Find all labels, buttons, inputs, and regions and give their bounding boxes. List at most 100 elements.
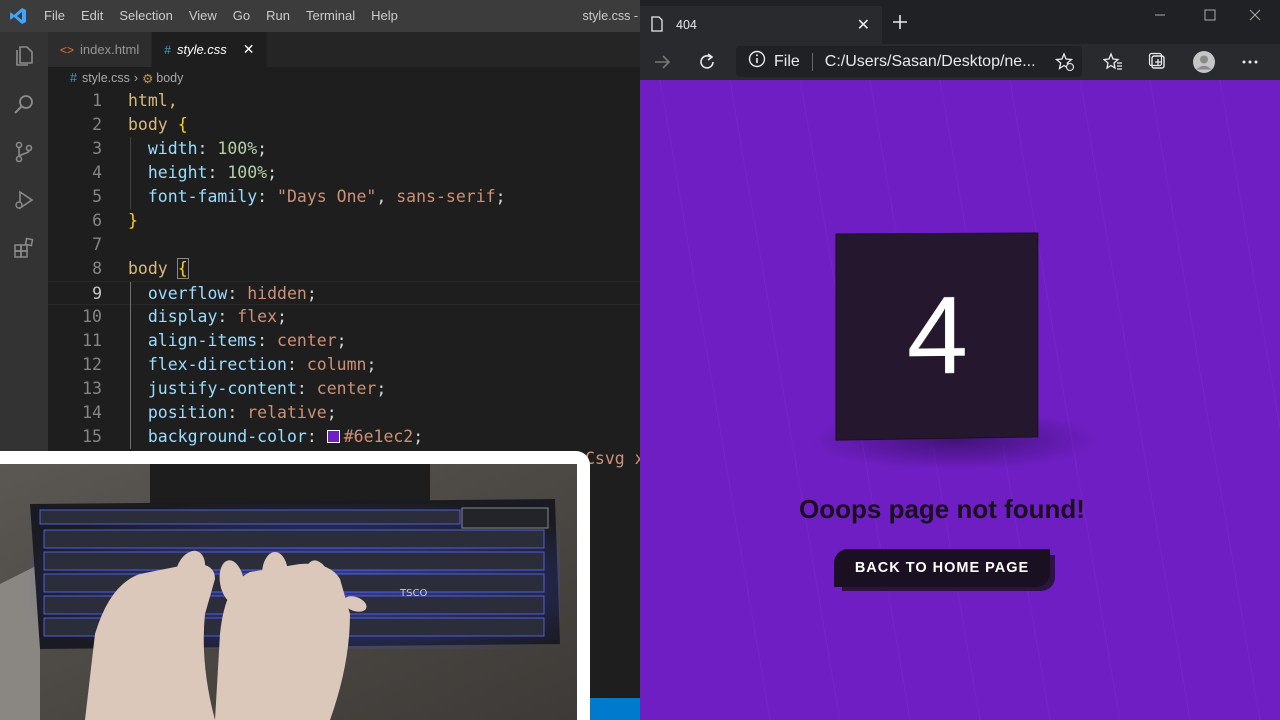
code-token: html,: [128, 91, 178, 110]
code-line: 12 flex-direction: column;: [48, 353, 640, 377]
close-icon[interactable]: ✕: [243, 41, 255, 58]
explorer-icon[interactable]: [0, 32, 48, 80]
code-token: body: [128, 259, 168, 278]
back-icon[interactable]: [648, 48, 676, 76]
address-scheme-label: File: [774, 52, 800, 70]
line-number: 13: [82, 379, 102, 398]
code-line: 8 body {: [48, 257, 640, 281]
code-token: justify-content: [147, 379, 297, 398]
add-favorite-icon[interactable]: [1051, 48, 1079, 76]
menu-help[interactable]: Help: [363, 0, 406, 32]
not-found-message: Ooops page not found!: [799, 494, 1085, 524]
tab-style-css[interactable]: # style.css ✕: [152, 32, 268, 67]
menu-view[interactable]: View: [181, 0, 225, 32]
close-icon[interactable]: ✕: [857, 15, 870, 35]
code-token: center: [277, 331, 337, 350]
menu-run[interactable]: Run: [258, 0, 298, 32]
code-token: flex: [237, 307, 278, 326]
code-line: 1 html,: [48, 89, 640, 113]
code-token: relative: [247, 403, 327, 422]
maximize-icon[interactable]: [1187, 0, 1233, 30]
html-file-icon: <>: [60, 42, 75, 57]
more-options-icon[interactable]: [1236, 48, 1264, 76]
browser-tab-bar: 404 ✕: [640, 0, 1280, 44]
back-to-home-button[interactable]: BACK TO HOME PAGE: [834, 549, 1050, 587]
line-number: 7: [92, 235, 102, 254]
code-token: hidden: [247, 284, 307, 303]
code-token: font-family: [147, 187, 258, 206]
code-token: sans-serif: [396, 187, 496, 206]
error-digit: 4: [906, 273, 969, 398]
refresh-icon[interactable]: [693, 48, 721, 76]
webcam-feed: TSCO: [0, 464, 577, 720]
code-token: display: [147, 307, 218, 326]
code-token: 100%: [217, 139, 258, 158]
code-line: 2 body {: [48, 113, 640, 137]
document-icon: [650, 15, 664, 35]
minimize-icon[interactable]: [1137, 0, 1183, 30]
menu-file[interactable]: File: [36, 0, 73, 32]
code-line: 14 position: relative;: [48, 401, 640, 425]
code-line: 6}: [48, 209, 640, 233]
menu-edit[interactable]: Edit: [73, 0, 111, 32]
code-token: column: [306, 355, 367, 374]
address-bar[interactable]: File C:/Users/Sasan/Desktop/ne...: [736, 46, 1082, 77]
code-token: 100%: [227, 163, 268, 182]
divider: [811, 52, 813, 71]
menu-selection[interactable]: Selection: [111, 0, 180, 32]
error-digit-card: 4: [835, 232, 1039, 441]
menu-terminal[interactable]: Terminal: [298, 0, 363, 32]
code-line: 11 align-items: center;: [48, 329, 640, 353]
svg-text:TSCO: TSCO: [399, 588, 427, 599]
window-close-icon[interactable]: [1232, 0, 1278, 30]
editor-tabs: <> index.html # style.css ✕: [48, 32, 640, 67]
code-editor[interactable]: 1 html, 2 body { 3 width: 100%; 4 height: …: [48, 89, 640, 469]
line-number: 4: [92, 163, 102, 182]
webcam-overlay: TSCO: [0, 451, 590, 720]
profile-avatar-icon[interactable]: [1190, 48, 1218, 76]
code-line: 13 justify-content: center;: [48, 377, 640, 401]
breadcrumb-file[interactable]: style.css: [82, 71, 130, 85]
new-tab-icon[interactable]: [890, 12, 910, 32]
breadcrumb-symbol[interactable]: body: [156, 71, 183, 85]
symbol-icon: ⚙: [142, 71, 154, 86]
collections-icon[interactable]: [1144, 48, 1172, 76]
browser-tab[interactable]: 404 ✕: [640, 6, 882, 44]
info-icon[interactable]: [748, 50, 766, 73]
search-icon[interactable]: [0, 80, 48, 128]
code-line: 5 font-family: "Days One", sans-serif;: [48, 185, 640, 209]
code-token: body: [128, 115, 168, 134]
line-number: 12: [82, 355, 102, 374]
line-number: 9: [92, 284, 102, 303]
vscode-titlebar: File Edit Selection View Go Run Terminal…: [0, 0, 640, 32]
code-token: {: [176, 258, 189, 279]
url-text[interactable]: C:/Users/Sasan/Desktop/ne...: [825, 53, 1045, 71]
code-token: }: [128, 211, 138, 230]
code-line: 7: [48, 233, 640, 257]
css-file-icon: #: [164, 42, 171, 57]
line-number: 5: [92, 187, 102, 206]
tab-index-html[interactable]: <> index.html: [48, 32, 153, 67]
line-number: 15: [82, 427, 102, 446]
code-line: 4 height: 100%;: [48, 161, 640, 185]
vscode-logo-icon: [0, 0, 36, 32]
browser-toolbar: File C:/Users/Sasan/Desktop/ne...: [640, 44, 1280, 80]
code-token: flex-direction: [147, 355, 287, 374]
line-number: 2: [92, 115, 102, 134]
code-line: 15 background-color: #6e1ec2;: [48, 425, 640, 449]
code-line-current: 9 overflow: hidden;: [48, 281, 640, 306]
css-file-icon: #: [70, 71, 77, 85]
status-bar: [590, 698, 640, 720]
favorites-icon[interactable]: [1099, 48, 1127, 76]
code-token: "Days One": [277, 187, 377, 206]
code-token: overflow: [147, 284, 228, 303]
source-control-icon[interactable]: [0, 128, 48, 176]
line-number: 8: [92, 259, 102, 278]
line-number: 1: [92, 91, 102, 110]
color-swatch[interactable]: [326, 430, 340, 443]
extensions-icon[interactable]: [0, 224, 48, 272]
menu-go[interactable]: Go: [225, 0, 258, 32]
web-page-404: 4 Ooops page not found! BACK TO HOME PAG…: [640, 80, 1280, 720]
run-debug-icon[interactable]: [0, 176, 48, 224]
code-line: 3 width: 100%;: [48, 137, 640, 161]
